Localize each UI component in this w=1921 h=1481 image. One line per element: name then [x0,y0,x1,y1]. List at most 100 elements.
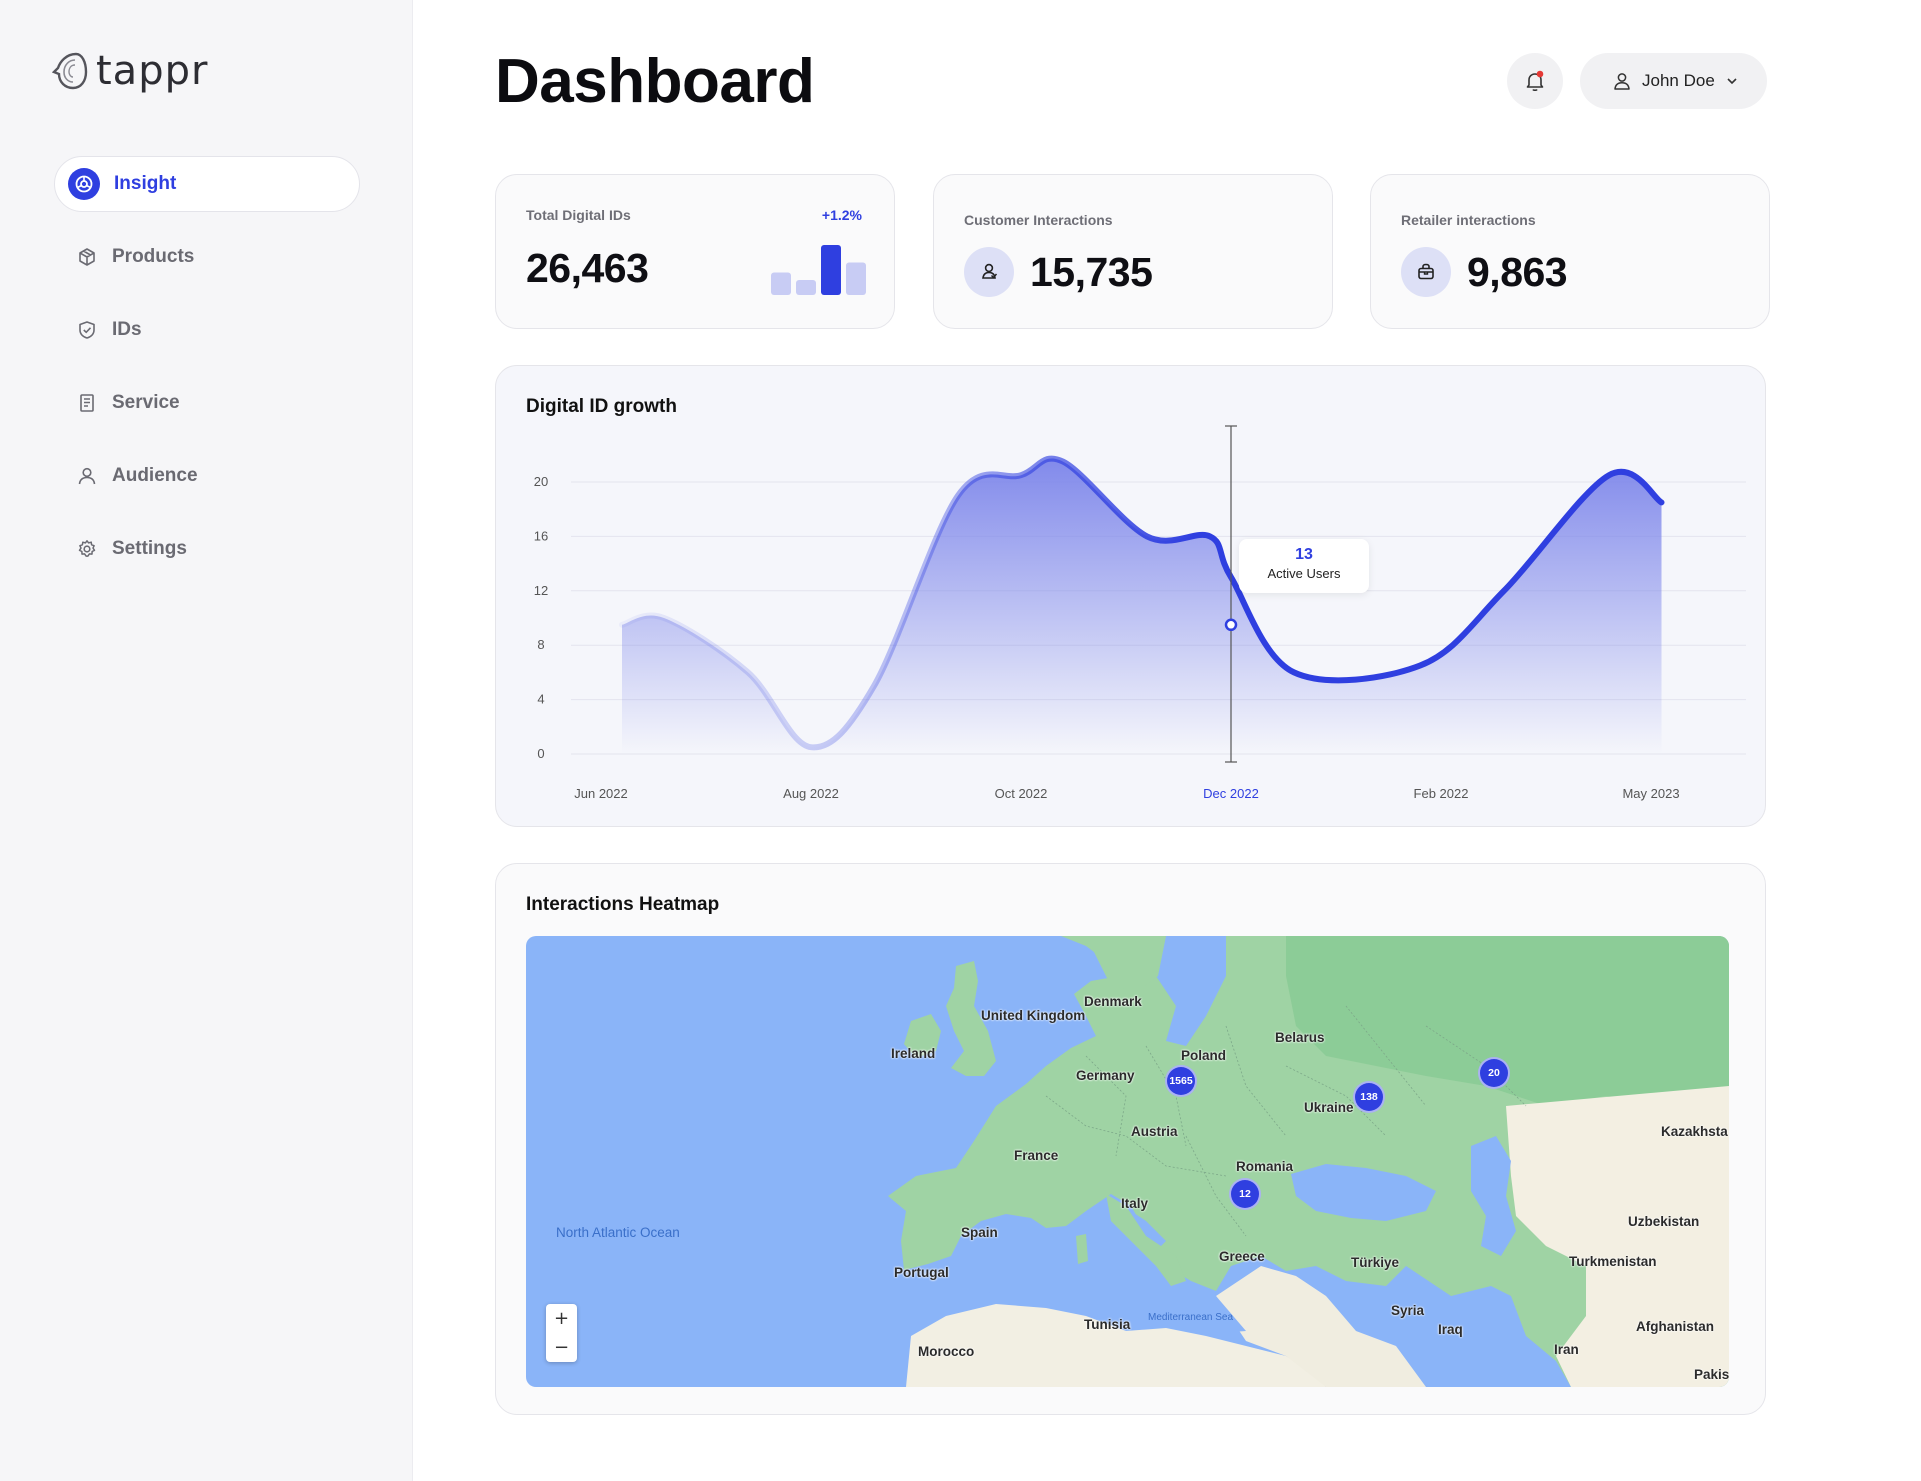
gear-icon [76,538,98,560]
x-tick-label: Jun 2022 [574,786,628,801]
tooltip-value: 13 [1295,546,1313,563]
y-tick-label: 16 [534,528,548,543]
map-label-country: Türkiye [1351,1255,1400,1270]
stat-card-customer: Customer Interactions 15,735 [933,174,1333,329]
map-label-country: Uzbekistan [1628,1214,1700,1229]
sidebar-item-label: Products [112,246,195,267]
chart-title: Digital ID growth [526,396,677,417]
map-label-country: Spain [961,1225,998,1240]
user-name: John Doe [1642,71,1715,90]
sidebar-item-ids[interactable]: IDs [54,302,360,358]
map-label-country: Syria [1391,1303,1425,1318]
sidebar-item-products[interactable]: Products [54,229,360,285]
map-label-country: Ukraine [1304,1100,1354,1115]
store-bag-icon [1401,247,1451,297]
x-tick-label: May 2023 [1622,786,1679,801]
map-zoom-controls: + − [546,1304,577,1362]
mini-bar [796,280,816,295]
map-cluster-marker[interactable]: 12 [1229,1178,1261,1210]
mini-bar-chart [771,245,866,295]
sidebar-nav: Insight Products IDs Service Audience Se… [54,156,360,594]
stat-card-total-ids: Total Digital IDs +1.2% 26,463 [495,174,895,329]
stat-card-retailer: Retailer interactions 9,863 [1370,174,1770,329]
sidebar-item-audience[interactable]: Audience [54,448,360,504]
stat-value: 9,863 [1467,249,1568,295]
map-label-country: Austria [1131,1124,1178,1139]
map-label-country: Kazakhsta [1661,1124,1728,1139]
europe-map[interactable]: North Atlantic Ocean Mediterranean Sea U… [526,936,1729,1387]
x-tick-label: Oct 2022 [995,786,1048,801]
hover-point[interactable] [1224,618,1238,632]
receipt-icon [76,392,98,414]
sidebar-item-settings[interactable]: Settings [54,521,360,577]
brand-logo[interactable]: tappr [52,48,208,94]
map-label-country: Ireland [891,1046,936,1061]
digital-id-growth-chart[interactable]: 0 4 8 12 16 20 Jun 2022 Aug 2022 Oct 2022 Dec 202… [496,366,1767,828]
map-cluster-marker[interactable]: 1565 [1165,1065,1197,1097]
map-label-country: Morocco [918,1344,975,1359]
chart-tooltip: 13 Active Users [1239,539,1369,593]
map-label-country: Turkmenistan [1569,1254,1657,1269]
y-tick-label: 8 [537,637,544,652]
stat-value: 26,463 [526,245,649,291]
customer-icon [964,247,1014,297]
zoom-out-button[interactable]: − [546,1333,577,1362]
map-label-ocean: North Atlantic Ocean [556,1225,680,1240]
user-icon [1614,73,1630,90]
bell-icon [1526,70,1544,92]
zoom-in-button[interactable]: + [546,1304,577,1333]
stat-label: Total Digital IDs [526,207,631,223]
map-label-country: Afghanistan [1636,1319,1715,1334]
map-label-country: Germany [1076,1068,1135,1083]
map-label-country: United Kingdom [981,1008,1086,1023]
user-menu-button[interactable]: John Doe [1580,53,1767,109]
mini-bar [771,272,791,295]
brand-name: tappr [96,48,209,94]
map-cluster-marker[interactable]: 20 [1478,1057,1510,1089]
map-label-country: Poland [1181,1048,1227,1063]
map-label-country: Pakis [1694,1367,1729,1382]
box-icon [76,246,98,268]
map-label-country: Romania [1236,1159,1294,1174]
stat-label: Retailer interactions [1401,212,1536,228]
page-title: Dashboard [495,47,815,116]
x-tick-label: Aug 2022 [783,786,839,801]
map-label-country: Iran [1554,1342,1579,1357]
sidebar-item-label: Service [112,392,180,413]
map-label-country: Greece [1219,1249,1265,1264]
x-tick-label: Feb 2022 [1414,786,1469,801]
stat-change-badge: +1.2% [821,207,862,223]
notifications-button[interactable] [1507,53,1563,109]
mini-bar [846,262,866,295]
map-label-country: Belarus [1275,1030,1325,1045]
map-label-country: Denmark [1084,994,1142,1009]
map-label-country: Portugal [894,1265,949,1280]
map-label-country: France [1014,1148,1059,1163]
y-tick-label: 0 [537,746,544,761]
sidebar-item-service[interactable]: Service [54,375,360,431]
tooltip-label: Active Users [1267,566,1341,581]
sidebar-item-label: IDs [112,319,142,340]
sidebar-item-label: Insight [114,173,177,194]
map-label-country: Iraq [1438,1322,1463,1337]
y-tick-label: 12 [534,583,548,598]
sidebar-item-insight[interactable]: Insight [54,156,360,212]
digital-id-growth-card: 0 4 8 12 16 20 Jun 2022 Aug 2022 Oct 2022 Dec 202… [495,365,1766,827]
user-icon [76,465,98,487]
stat-label: Customer Interactions [964,212,1113,228]
tappr-logo-icon [52,52,88,90]
map-label-sea: Mediterranean Sea [1148,1312,1234,1323]
sidebar-item-label: Settings [112,538,187,559]
x-tick-label: Dec 2022 [1203,786,1259,801]
map-label-country: Tunisia [1084,1317,1131,1332]
sidebar: tappr Insight Products IDs Service Audie… [0,0,413,1481]
mini-bar [821,245,841,295]
heatmap-title: Interactions Heatmap [526,894,720,915]
stat-value: 15,735 [1030,249,1153,295]
shield-check-icon [76,319,98,341]
interactions-heatmap-card: Interactions Heatmap North Atlantic Ocea… [495,863,1766,1415]
sidebar-item-label: Audience [112,465,198,486]
map-cluster-marker[interactable]: 138 [1353,1081,1385,1113]
y-tick-label: 4 [537,692,544,707]
map-label-country: Italy [1121,1196,1149,1211]
